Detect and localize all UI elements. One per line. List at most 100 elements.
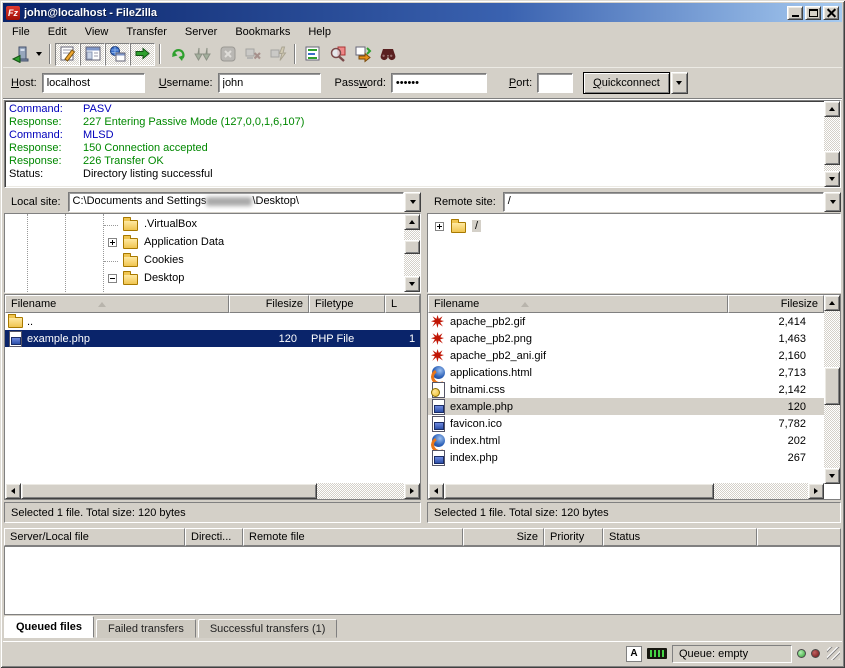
remote-file-row[interactable]: index.html 202 — [428, 432, 824, 449]
filter-button[interactable] — [300, 43, 325, 66]
resize-grip[interactable] — [827, 647, 840, 660]
column-remote-file[interactable]: Remote file — [243, 528, 463, 546]
expand-icon[interactable] — [108, 238, 117, 247]
titlebar[interactable]: Fz john@localhost - FileZilla — [3, 3, 842, 22]
host-input[interactable] — [42, 73, 145, 93]
tree-item-root[interactable]: / — [428, 218, 824, 236]
scroll-right-button[interactable] — [404, 483, 420, 499]
scrollbar-thumb[interactable] — [824, 367, 840, 405]
tab-successful-transfers[interactable]: Successful transfers (1) — [198, 619, 338, 638]
scroll-down-button[interactable] — [824, 171, 840, 187]
menu-help[interactable]: Help — [299, 24, 340, 40]
local-file-row-selected[interactable]: example.php 120 PHP File 1 — [5, 330, 420, 347]
tree-item-cookies[interactable]: Cookies — [5, 252, 404, 270]
expand-icon[interactable] — [435, 222, 444, 231]
remote-site-combo[interactable]: / — [503, 192, 841, 212]
refresh-button[interactable] — [165, 43, 190, 66]
remote-file-row[interactable]: apache_pb2.gif 2,414 — [428, 313, 824, 330]
column-status[interactable]: Status — [603, 528, 757, 546]
maximize-button[interactable] — [805, 6, 821, 20]
local-site-combo[interactable]: C:\Documents and Settings\Desktop\ — [68, 192, 421, 212]
username-input[interactable] — [218, 73, 321, 93]
remote-file-row[interactable]: index.php 267 — [428, 449, 824, 466]
scrollbar-thumb[interactable] — [824, 151, 840, 165]
tab-failed-transfers[interactable]: Failed transfers — [96, 619, 196, 638]
column-filetype[interactable]: Filetype — [309, 295, 385, 313]
column-filename[interactable]: Filename — [428, 295, 728, 313]
minimize-button[interactable] — [787, 6, 803, 20]
scroll-up-button[interactable] — [824, 295, 840, 311]
site-manager-dropdown-button[interactable] — [32, 43, 45, 66]
reconnect-icon — [269, 45, 287, 63]
column-direction[interactable]: Directi... — [185, 528, 243, 546]
toggle-remote-tree-button[interactable] — [105, 43, 130, 66]
toggle-transfer-queue-button[interactable] — [130, 43, 155, 66]
site-manager-button[interactable] — [7, 43, 32, 66]
toggle-local-tree-button[interactable] — [80, 43, 105, 66]
scroll-left-button[interactable] — [5, 483, 21, 499]
tab-queued-files[interactable]: Queued files — [4, 616, 94, 638]
menu-file[interactable]: File — [3, 24, 39, 40]
column-server-local-file[interactable]: Server/Local file — [4, 528, 185, 546]
process-queue-button[interactable] — [190, 43, 215, 66]
queue-body[interactable] — [4, 546, 841, 615]
local-site-dropdown-button[interactable] — [404, 192, 421, 212]
tree-item-application-data[interactable]: Application Data — [5, 234, 404, 252]
minimize-icon — [792, 15, 799, 17]
column-filesize[interactable]: Filesize — [728, 295, 824, 313]
remote-list-vscrollbar[interactable] — [824, 295, 840, 484]
sort-ascending-icon — [521, 302, 529, 307]
remote-file-row-selected[interactable]: example.php 120 — [428, 398, 824, 415]
collapse-icon[interactable] — [108, 274, 117, 283]
remote-site-path[interactable]: / — [503, 192, 824, 212]
remote-list-hscrollbar[interactable] — [428, 483, 824, 499]
menu-bookmarks[interactable]: Bookmarks — [226, 24, 299, 40]
scroll-down-button[interactable] — [824, 468, 840, 484]
scroll-down-button[interactable] — [404, 276, 420, 292]
remote-file-row[interactable]: apache_pb2.png 1,463 — [428, 330, 824, 347]
menu-server[interactable]: Server — [176, 24, 226, 40]
tree-item-virtualbox[interactable]: .VirtualBox — [5, 216, 404, 234]
local-file-row[interactable]: .. — [5, 313, 420, 330]
quickconnect-dropdown-button[interactable] — [671, 72, 688, 94]
menu-edit[interactable]: Edit — [39, 24, 76, 40]
reconnect-button[interactable] — [265, 43, 290, 66]
scroll-up-button[interactable] — [404, 214, 420, 230]
cancel-operation-button[interactable] — [215, 43, 240, 66]
local-site-path[interactable]: C:\Documents and Settings\Desktop\ — [68, 192, 404, 212]
scrollbar-thumb[interactable] — [444, 483, 714, 499]
port-input[interactable] — [537, 73, 573, 93]
find-files-button[interactable] — [375, 43, 400, 66]
synchronized-browsing-button[interactable] — [350, 43, 375, 66]
disconnect-button[interactable] — [240, 43, 265, 66]
column-priority[interactable]: Priority — [544, 528, 603, 546]
directory-comparison-button[interactable] — [325, 43, 350, 66]
close-button[interactable] — [823, 6, 839, 20]
remote-file-row[interactable]: bitnami.css 2,142 — [428, 381, 824, 398]
scroll-up-button[interactable] — [824, 101, 840, 117]
scrollbar-thumb[interactable] — [404, 240, 420, 254]
log-scrollbar[interactable] — [824, 101, 840, 187]
local-list-hscrollbar[interactable] — [5, 483, 420, 499]
quickconnect-button[interactable]: Quickconnect — [583, 72, 670, 94]
password-input[interactable] — [391, 73, 487, 93]
toggle-message-log-button[interactable] — [55, 43, 80, 66]
remote-file-row[interactable]: favicon.ico 7,782 — [428, 415, 824, 432]
scroll-right-button[interactable] — [808, 483, 824, 499]
scroll-left-button[interactable] — [428, 483, 444, 499]
password-label: Password: — [335, 77, 386, 89]
local-tree-scrollbar[interactable] — [404, 214, 420, 292]
column-size[interactable]: Size — [463, 528, 544, 546]
menu-transfer[interactable]: Transfer — [117, 24, 176, 40]
tree-item-desktop[interactable]: Desktop — [5, 270, 404, 288]
remote-file-row[interactable]: applications.html 2,713 — [428, 364, 824, 381]
remote-file-row[interactable]: apache_pb2_ani.gif 2,160 — [428, 347, 824, 364]
window-title: john@localhost - FileZilla — [24, 7, 787, 19]
local-list-header: Filename Filesize Filetype L — [5, 295, 420, 313]
menu-view[interactable]: View — [76, 24, 118, 40]
column-last-modified[interactable]: L — [385, 295, 420, 313]
column-filename[interactable]: Filename — [5, 295, 229, 313]
remote-site-dropdown-button[interactable] — [824, 192, 841, 212]
column-filesize[interactable]: Filesize — [229, 295, 309, 313]
scrollbar-thumb[interactable] — [21, 483, 317, 499]
